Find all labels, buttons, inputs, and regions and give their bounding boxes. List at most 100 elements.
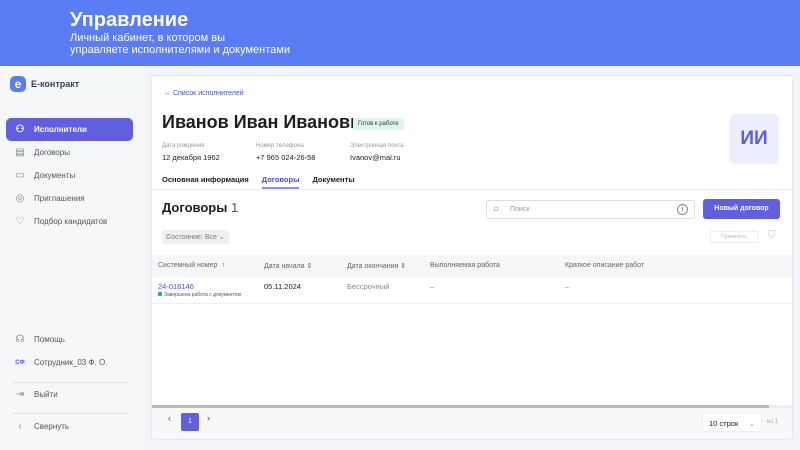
back-label: Список исполнителей: [172, 90, 244, 97]
label: Дата окончания: [347, 263, 399, 270]
chevron-left-icon: ‹: [18, 421, 22, 432]
divider: [12, 413, 127, 414]
label: Свернуть: [34, 422, 70, 431]
section-title: Договоры 1: [162, 200, 238, 215]
info-icon[interactable]: i: [677, 204, 688, 215]
pagination: ‹ 1 › 10 строк ⌄ из 1: [152, 408, 792, 439]
label: Помощь: [34, 335, 65, 344]
back-link[interactable]: ← Список исполнителей: [164, 90, 244, 97]
value: Ivanov@mal.ru: [350, 153, 401, 162]
document-icon: ▤: [15, 147, 25, 158]
status-dot: [158, 292, 162, 296]
clear-filter-icon[interactable]: ⛉: [768, 230, 776, 241]
tab-contracts[interactable]: Договоры: [261, 175, 300, 189]
subtitle: Личный кабинет, в котором вы: [70, 32, 225, 44]
label: Дата начала: [264, 263, 305, 270]
label: Сотрудник_03 Ф. О.: [34, 358, 108, 367]
sort-icon: ⇕: [398, 263, 407, 270]
status-badge: Готов к работе: [353, 118, 404, 130]
value: 12 декабря 1962: [162, 153, 220, 162]
rows-per-page-select[interactable]: 10 строк ⌄: [702, 413, 762, 432]
subtitle: управляете исполнителями и документами: [70, 44, 290, 56]
count: 1: [230, 200, 239, 215]
contract-number-link[interactable]: 24-016146: [158, 282, 194, 291]
headset-icon: ☊: [15, 334, 25, 345]
page-1-button[interactable]: 1: [181, 413, 199, 431]
avatar: ИИ: [729, 114, 779, 164]
page-title: Управление: [70, 9, 189, 31]
birth-info: Дата рождения 12 декабря 1962: [162, 143, 220, 162]
search-icon: ○: [493, 204, 500, 215]
col-start[interactable]: Дата начала ⇕: [264, 262, 312, 270]
label: Состояние: Все: [166, 234, 217, 241]
start-date: 05.11.2024: [264, 282, 301, 291]
sidebar-item-performers[interactable]: ⚇ Исполнители: [6, 118, 133, 141]
col-work: Выполняемая работа: [430, 262, 500, 269]
handshake-icon: ♡: [15, 216, 25, 227]
logo-icon: e: [10, 76, 26, 92]
end-date: Бессрочный: [347, 282, 390, 291]
folder-icon: ▭: [15, 170, 25, 181]
collapse-button[interactable]: ‹ Свернуть: [6, 415, 133, 438]
header-banner: Управление Личный кабинет, в котором вы …: [0, 0, 800, 66]
label: Подбор кандидатов: [34, 217, 108, 226]
label: Приглашения: [34, 194, 85, 203]
table-header: Системный номер ↑ Дата начала ⇕ Дата око…: [152, 255, 792, 277]
label: Договоры: [34, 148, 70, 157]
user-profile[interactable]: СФ Сотрудник_03 Ф. О.: [6, 351, 133, 374]
label: Исполнители: [34, 125, 87, 134]
col-end[interactable]: Дата окончания ⇕: [347, 262, 406, 270]
invite-icon: ◎: [15, 193, 25, 204]
col-desc: Краткое описание работ: [565, 262, 645, 269]
chevron-down-icon: ⌄: [748, 419, 755, 428]
sort-icon: ⇕: [304, 263, 313, 270]
sidebar-item-invitations[interactable]: ◎ Приглашения: [6, 187, 133, 210]
user-avatar: СФ: [14, 359, 26, 366]
phone-info: Номер телефона +7 965 024-26-58: [256, 143, 315, 162]
sidebar-item-candidates[interactable]: ♡ Подбор кандидатов: [6, 210, 133, 233]
label: 10 строк: [709, 419, 739, 428]
title: Договоры: [162, 200, 228, 215]
arrow-left-icon: ←: [164, 90, 173, 97]
sort-asc-icon: ↑: [219, 262, 225, 269]
state-filter-dropdown[interactable]: Состояние: Все ⌄: [162, 230, 229, 244]
work: –: [430, 282, 435, 291]
label: Завершена работа с документом: [164, 292, 241, 298]
help-link[interactable]: ☊ Помощь: [6, 328, 133, 351]
label: Выйти: [34, 390, 58, 399]
logo[interactable]: e E-контракт: [10, 76, 79, 92]
divider: [152, 189, 792, 190]
contract-status: Завершена работа с документом: [158, 292, 241, 298]
label: Дата рождения: [162, 143, 205, 149]
placeholder: Поиск: [510, 206, 530, 213]
label: Системный номер: [158, 262, 218, 269]
sidebar-bottom: ☊ Помощь СФ Сотрудник_03 Ф. О.: [6, 328, 133, 374]
label: Электронная почта: [350, 143, 404, 149]
label: Документы: [34, 171, 76, 180]
page-count: из 1: [767, 419, 779, 425]
brand-name: E-контракт: [31, 79, 80, 89]
users-icon: ⚇: [15, 124, 25, 135]
sidebar-nav: ⚇ Исполнители ▤ Договоры ▭ Документы ◎ Пригл…: [6, 118, 133, 233]
performer-card: ← Список исполнителей Иванов Иван Иванов…: [151, 75, 793, 440]
prev-page-button[interactable]: ‹: [168, 413, 171, 423]
apply-button[interactable]: Применить: [710, 231, 758, 243]
sidebar-item-contracts[interactable]: ▤ Договоры: [6, 141, 133, 164]
logout-icon: ⇥: [15, 389, 25, 400]
tab-main-info[interactable]: Основная информация: [162, 175, 249, 189]
tab-documents[interactable]: Документы: [312, 175, 354, 189]
new-contract-button[interactable]: Новый договор: [703, 199, 780, 219]
tabs: Основная информация Договоры Документы: [162, 175, 355, 189]
performer-name: Иванов Иван Иванович: [162, 112, 372, 132]
table-row[interactable]: 24-016146 Завершена работа с документом …: [152, 277, 792, 304]
logout-button[interactable]: ⇥ Выйти: [6, 383, 133, 406]
col-number[interactable]: Системный номер ↑: [158, 262, 225, 269]
value: +7 965 024-26-58: [256, 153, 316, 162]
chevron-down-icon: ⌄: [218, 234, 225, 241]
description: –: [565, 282, 570, 291]
email-info: Электронная почта Ivanov@mal.ru: [350, 143, 404, 162]
label: Номер телефона: [256, 143, 304, 149]
search-input[interactable]: ○ Поиск i: [486, 200, 695, 219]
sidebar-item-documents[interactable]: ▭ Документы: [6, 164, 133, 187]
next-page-button[interactable]: ›: [207, 413, 210, 423]
